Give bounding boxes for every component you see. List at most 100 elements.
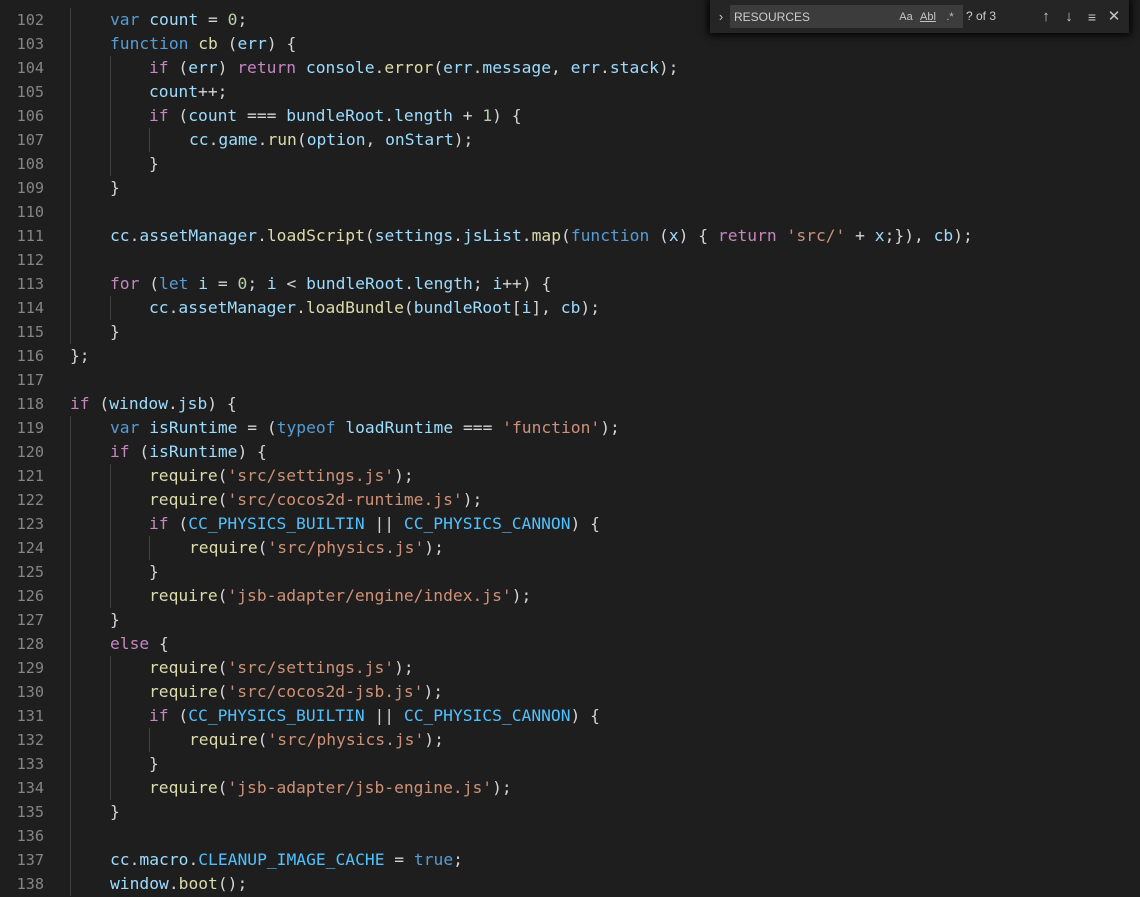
code-token: ++; — [198, 82, 228, 101]
code-token: console — [305, 58, 375, 77]
code-token: require — [149, 658, 218, 677]
indent-guide — [70, 152, 71, 176]
arrow-down-icon[interactable]: ↓ — [1059, 7, 1079, 27]
code-token: + — [845, 226, 875, 245]
code-line[interactable]: 111 cc.assetManager.loadScript(settings.j… — [0, 224, 1140, 248]
code-token: ) — [217, 58, 238, 77]
code-line[interactable]: 126 require('jsb-adapter/engine/index.js'… — [0, 584, 1140, 608]
code-line[interactable]: 117 — [0, 368, 1140, 392]
code-token: ) { — [678, 226, 718, 245]
code-token: cb — [560, 298, 581, 317]
code-text: else { — [110, 632, 169, 656]
code-line[interactable]: 121 require('src/settings.js'); — [0, 464, 1140, 488]
line-number: 114 — [16, 299, 44, 317]
code-text: require('src/settings.js'); — [149, 464, 414, 488]
code-token: game — [218, 130, 258, 149]
code-line[interactable]: 120 if (isRuntime) { — [0, 440, 1140, 464]
code-line[interactable]: 132 require('src/physics.js'); — [0, 728, 1140, 752]
code-token: 'jsb-adapter/jsb-engine.js' — [227, 778, 493, 797]
indent-guide — [110, 704, 111, 728]
code-line[interactable]: 127} — [0, 608, 1140, 632]
code-token: 'src/physics.js' — [267, 538, 425, 557]
code-token: ( — [217, 682, 228, 701]
code-line[interactable]: 130 require('src/cocos2d-jsb.js'); — [0, 680, 1140, 704]
code-line[interactable]: 110 — [0, 200, 1140, 224]
code-token: count — [149, 10, 199, 29]
code-token: . — [168, 874, 179, 893]
indent-guide — [110, 464, 111, 488]
code-line[interactable]: 136 — [0, 824, 1140, 848]
chevron-right-icon[interactable]: › — [713, 5, 729, 29]
code-line[interactable]: 118 if (window.jsb) { — [0, 392, 1140, 416]
code-token: for — [110, 274, 140, 293]
code-token: if — [149, 106, 169, 125]
code-text: cc.macro.CLEANUP_IMAGE_CACHE = true; — [110, 848, 463, 872]
code-token: || — [364, 514, 404, 533]
code-line[interactable]: 106 if (count === bundleRoot.length + 1) … — [0, 104, 1140, 128]
code-token: . — [257, 226, 267, 245]
indent-guide — [70, 608, 71, 632]
code-text: if (isRuntime) { — [110, 440, 267, 464]
indent-guide — [110, 512, 111, 536]
code-token: } — [110, 178, 120, 197]
code-text: if (err) return console.error(err.messag… — [149, 56, 678, 80]
code-token: ); — [462, 490, 483, 509]
match-whole-word-toggle[interactable]: Abl — [919, 8, 937, 26]
code-line[interactable]: 128 else { — [0, 632, 1140, 656]
line-number: 118 — [16, 395, 44, 413]
code-token: require — [189, 730, 258, 749]
code-line[interactable]: 103 function cb (err) { — [0, 32, 1140, 56]
code-line[interactable]: 125} — [0, 560, 1140, 584]
find-in-selection-icon[interactable]: ≡ — [1082, 7, 1102, 27]
code-line[interactable]: 131 if (CC_PHYSICS_BUILTIN || CC_PHYSICS_… — [0, 704, 1140, 728]
code-token: return — [717, 226, 777, 245]
code-line[interactable]: 114 cc.assetManager.loadBundle(bundleRoot… — [0, 296, 1140, 320]
code-line[interactable]: 116}; — [0, 344, 1140, 368]
code-line[interactable]: 109} — [0, 176, 1140, 200]
code-line[interactable]: 108} — [0, 152, 1140, 176]
code-editor[interactable]: 102 var count = 0; 103 function cb (err) {1… — [0, 0, 1140, 897]
code-line[interactable]: 124 require('src/physics.js'); — [0, 536, 1140, 560]
indent-guide — [110, 752, 111, 776]
line-number: 137 — [16, 851, 44, 869]
code-line[interactable]: 105 count++; — [0, 80, 1140, 104]
code-line[interactable]: 134 require('jsb-adapter/jsb-engine.js'); — [0, 776, 1140, 800]
code-token: 'function' — [502, 418, 601, 437]
code-line[interactable]: 138 window.boot(); — [0, 872, 1140, 896]
code-line[interactable]: 122 require('src/cocos2d-runtime.js'); — [0, 488, 1140, 512]
code-token: assetManager — [178, 298, 297, 317]
code-line[interactable]: 115} — [0, 320, 1140, 344]
close-icon[interactable]: ✕ — [1104, 7, 1124, 27]
code-text: window.boot(); — [110, 872, 247, 896]
code-line[interactable]: 112 — [0, 248, 1140, 272]
code-line[interactable]: 129 require('src/settings.js'); — [0, 656, 1140, 680]
code-token: < — [276, 274, 307, 293]
code-line[interactable]: 107 cc.game.run(option, onStart); — [0, 128, 1140, 152]
code-text: require('src/cocos2d-jsb.js'); — [149, 680, 443, 704]
code-line[interactable]: 133} — [0, 752, 1140, 776]
code-token: 0 — [227, 10, 238, 29]
code-line[interactable]: 123 if (CC_PHYSICS_BUILTIN || CC_PHYSICS_… — [0, 512, 1140, 536]
code-token: require — [149, 778, 218, 797]
code-token: . — [257, 130, 268, 149]
indent-guide — [70, 56, 71, 80]
code-token: ( — [139, 274, 160, 293]
code-line[interactable]: 113 for (let i = 0; i < bundleRoot.length… — [0, 272, 1140, 296]
code-line[interactable]: 104 if (err) return console.error(err.mes… — [0, 56, 1140, 80]
code-token: ); — [453, 130, 474, 149]
code-token: window — [109, 394, 169, 413]
code-line[interactable]: 137 cc.macro.CLEANUP_IMAGE_CACHE = true; — [0, 848, 1140, 872]
code-token: + — [452, 106, 483, 125]
regex-toggle[interactable]: .* — [941, 8, 959, 26]
code-line[interactable]: 119 var isRuntime = (typeof loadRuntime =… — [0, 416, 1140, 440]
arrow-up-icon[interactable]: ↑ — [1036, 7, 1056, 27]
code-token: isRuntime — [149, 442, 238, 461]
match-case-toggle[interactable]: Aa — [897, 8, 915, 26]
code-token: var — [110, 10, 140, 29]
code-token: i — [266, 274, 277, 293]
indent-guide — [149, 728, 150, 752]
line-number: 136 — [16, 827, 44, 845]
code-line[interactable]: 135} — [0, 800, 1140, 824]
code-token: ( — [168, 58, 189, 77]
code-token: cc — [189, 130, 209, 149]
